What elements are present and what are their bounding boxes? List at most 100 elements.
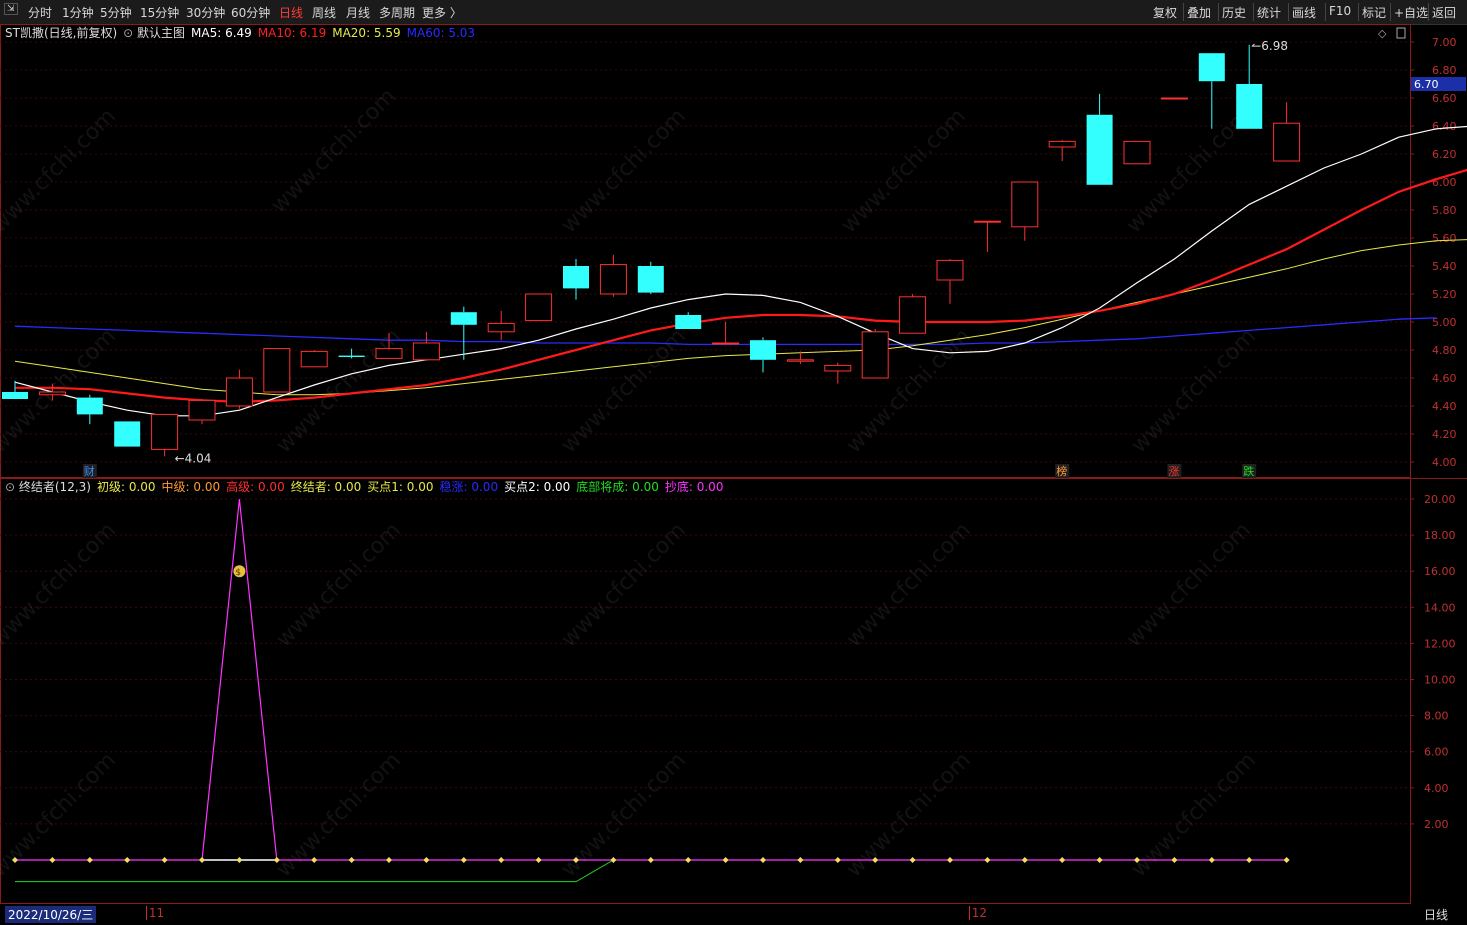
candle-24 bbox=[899, 296, 927, 334]
marker-label-0: 财 bbox=[84, 464, 95, 478]
indicator-icon: ⊙ bbox=[5, 480, 19, 494]
toolbar-button-5[interactable]: F10 bbox=[1329, 4, 1351, 18]
toolbar-separator bbox=[1183, 3, 1184, 21]
period-tab-1[interactable]: 1分钟 bbox=[62, 4, 94, 21]
period-label[interactable]: 日线 bbox=[1424, 906, 1448, 923]
indicator-legend-0: 初级: 0.00 bbox=[97, 480, 156, 494]
indicator-legend-8: 抄底: 0.00 bbox=[665, 479, 724, 494]
indicator-point-20 bbox=[760, 857, 766, 863]
candle-29 bbox=[1086, 114, 1113, 185]
indicator-legend-4: 买点1: 0.00 bbox=[367, 480, 433, 494]
indicator-point-29 bbox=[1096, 857, 1103, 863]
candle-1 bbox=[38, 391, 66, 396]
sub-tick-label: 10.00 bbox=[1424, 674, 1456, 687]
indicator-point-19 bbox=[722, 857, 729, 863]
watermark: www.cfchi.com bbox=[557, 104, 691, 238]
candle-3 bbox=[114, 421, 141, 447]
candle-12 bbox=[450, 312, 477, 325]
indicator-legend-3: 终结者: 0.00 bbox=[291, 479, 362, 494]
indicator-point-25 bbox=[947, 857, 953, 863]
sub-tick-label: 20.00 bbox=[1424, 493, 1456, 506]
period-tab-0[interactable]: 分时 bbox=[28, 4, 52, 21]
sub-tick-label: 4.00 bbox=[1424, 782, 1449, 795]
sub-tick-label: 8.00 bbox=[1424, 710, 1449, 723]
period-tab-7[interactable]: 周线 bbox=[312, 4, 336, 21]
indicator-point-2 bbox=[86, 857, 93, 863]
month-label-0: 11 bbox=[145, 906, 164, 920]
indicator-name: 终结者(12,3) bbox=[19, 479, 91, 494]
period-tab-5[interactable]: 60分钟 bbox=[231, 4, 270, 21]
toolbar-separator bbox=[1218, 3, 1219, 21]
candle-6 bbox=[225, 377, 253, 407]
bottom-date-bar: 2022/10/26/三 日线 11 12 bbox=[0, 904, 1467, 925]
candle-23 bbox=[861, 331, 889, 379]
price-tick-label: 6.40 bbox=[1432, 120, 1457, 133]
toolbar-button-4[interactable]: 画线 bbox=[1292, 4, 1316, 21]
candle-34 bbox=[1273, 122, 1301, 162]
indicator-point-6 bbox=[236, 857, 243, 863]
period-tab-3[interactable]: 15分钟 bbox=[140, 4, 179, 21]
watermark: www.cfchi.com bbox=[842, 748, 976, 882]
price-tick-label: 6.00 bbox=[1432, 176, 1457, 189]
indicator-point-5 bbox=[199, 857, 205, 863]
indicator-point-10 bbox=[386, 857, 392, 863]
indicator-point-32 bbox=[1208, 857, 1215, 863]
candle-13 bbox=[487, 322, 515, 333]
sub-tick-label: 16.00 bbox=[1424, 565, 1456, 578]
toolbar-button-6[interactable]: 标记 bbox=[1362, 4, 1386, 21]
candle-19 bbox=[712, 342, 740, 345]
price-tick-label: 4.60 bbox=[1432, 372, 1457, 385]
candle-10 bbox=[375, 348, 403, 359]
high-label: ↼6.98 bbox=[1251, 39, 1288, 53]
toolbar-button-3[interactable]: 统计 bbox=[1257, 4, 1281, 21]
sub-tick-label: 18.00 bbox=[1424, 529, 1456, 542]
indicator-point-27 bbox=[1021, 857, 1028, 863]
indicator-green-line bbox=[15, 859, 614, 883]
toolbar-button-7[interactable]: +自选 bbox=[1394, 4, 1428, 21]
low-label: ←4.04 bbox=[175, 451, 212, 465]
collapse-icon[interactable]: ⇲ bbox=[4, 3, 18, 15]
candle-33 bbox=[1236, 84, 1263, 129]
period-tab-8[interactable]: 月线 bbox=[346, 4, 370, 21]
indicator-point-34 bbox=[1283, 857, 1290, 863]
period-toolbar: 分时 1分钟 5分钟 15分钟 30分钟 60分钟 日线 周线 月线 多周期 更多 〉 ⇲ 复权 叠加 历史… bbox=[0, 0, 1467, 25]
indicator-point-21 bbox=[797, 857, 804, 863]
indicator-point-28 bbox=[1059, 857, 1066, 863]
diamond-icon: ◇ bbox=[1378, 27, 1387, 40]
watermark: www.cfchi.com bbox=[842, 518, 976, 652]
candle-26 bbox=[973, 220, 1001, 223]
price-tick-label: 4.20 bbox=[1432, 428, 1457, 441]
price-tick-label: 5.40 bbox=[1432, 260, 1457, 273]
period-tab-10[interactable]: 更多 〉 bbox=[422, 4, 462, 21]
period-tab-6[interactable]: 日线 bbox=[279, 4, 303, 21]
price-tick-label: 4.80 bbox=[1432, 344, 1457, 357]
marker-label-1: 榜 bbox=[1056, 464, 1067, 478]
candle-32 bbox=[1198, 53, 1225, 82]
indicator-point-11 bbox=[423, 857, 430, 863]
ma10-line bbox=[15, 168, 1467, 403]
candle-28 bbox=[1048, 140, 1076, 148]
candle-17 bbox=[637, 266, 664, 293]
template-name: 默认主图 bbox=[137, 25, 185, 40]
candle-15 bbox=[563, 266, 589, 289]
candle-18 bbox=[675, 315, 702, 329]
money-bag-glyph: $ bbox=[235, 568, 241, 578]
candle-7 bbox=[263, 348, 291, 393]
period-tab-4[interactable]: 30分钟 bbox=[186, 4, 225, 21]
indicator-point-13 bbox=[498, 857, 505, 863]
candle-16 bbox=[599, 264, 627, 295]
toolbar-button-2[interactable]: 历史 bbox=[1222, 4, 1246, 21]
stock-name: ST凯撒(日线,前复权) bbox=[5, 25, 117, 40]
period-tab-9[interactable]: 多周期 bbox=[379, 4, 415, 21]
watermark: www.cfchi.com bbox=[837, 104, 971, 238]
indicator-legend-5: 稳涨: 0.00 bbox=[440, 479, 499, 494]
candle-22 bbox=[824, 364, 852, 372]
toolbar-button-8[interactable]: 返回 bbox=[1432, 4, 1456, 21]
toolbar-button-1[interactable]: 叠加 bbox=[1187, 4, 1211, 21]
indicator-legend-6: 买点2: 0.00 bbox=[504, 480, 570, 494]
indicator-point-12 bbox=[460, 857, 467, 863]
indicator-legend-7: 底部将成: 0.00 bbox=[576, 479, 659, 494]
toolbar-button-0[interactable]: 复权 bbox=[1153, 4, 1177, 21]
period-tab-2[interactable]: 5分钟 bbox=[100, 4, 132, 21]
toolbar-separator bbox=[1358, 3, 1359, 21]
